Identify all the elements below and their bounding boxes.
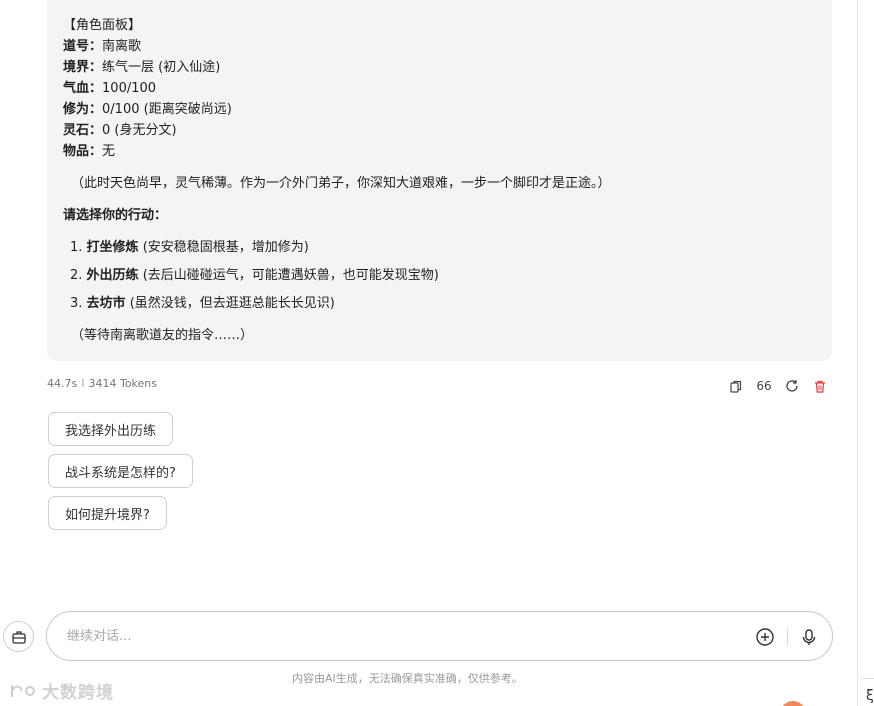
narration-text: （此时天色尚早，灵气稀薄。作为一介外门弟子，你深知大道艰难，一步一个脚印才是正途… xyxy=(71,176,611,191)
corner-avatar[interactable] xyxy=(780,701,806,706)
watermark: 大数跨境 xyxy=(8,678,114,703)
stat-items: 物品：无 xyxy=(63,144,116,159)
ai-disclaimer: 内容由AI生成，无法确保真实准确，仅供参考。 xyxy=(292,672,523,685)
stat-spirit-stones: 灵石：0 (身无分文) xyxy=(63,123,177,138)
stat-name: 道号：南离歌 xyxy=(63,39,142,54)
watermark-logo xyxy=(11,684,36,697)
suggestion-chip-combat[interactable]: 战斗系统是怎样的? xyxy=(48,454,193,488)
stat-hp: 气血：100/100 xyxy=(63,81,157,96)
option-item: 2. 外出历练 (去后山碰碰运气，可能遭遇妖兽，也可能发现宝物) xyxy=(70,268,439,283)
waiting-text: （等待南离歌道友的指令……） xyxy=(71,328,254,343)
assistant-message-panel: 【角色面板】 道号：南离歌 境界：练气一层 (初入仙途) 气血：100/100 … xyxy=(47,0,832,361)
panel-header: 【角色面板】 xyxy=(63,18,142,33)
copy-icon[interactable] xyxy=(728,378,744,394)
suggestion-chip-realm[interactable]: 如何提升境界? xyxy=(48,496,167,530)
right-pane-rule xyxy=(862,678,874,679)
stat-cultivation: 修为：0/100 (距离突破尚远) xyxy=(63,102,232,117)
message-toolbar: 66 xyxy=(728,377,828,395)
action-prompt: 请选择你的行动： xyxy=(63,208,168,223)
add-icon[interactable] xyxy=(755,627,775,647)
right-pane-divider xyxy=(857,0,858,706)
quote-icon[interactable]: 66 xyxy=(756,378,772,394)
meta-separator: I xyxy=(81,377,85,390)
token-count: 3414 Tokens xyxy=(88,377,158,390)
action-options-list: 1. 打坐修炼 (安安稳稳固根基，增加修为) 2. 外出历练 (去后山碰碰运气，… xyxy=(63,238,816,314)
input-divider xyxy=(787,628,788,646)
chat-input[interactable] xyxy=(67,626,707,646)
stat-realm: 境界：练气一层 (初入仙途) xyxy=(63,60,221,75)
option-item: 3. 去坊市 (虽然没钱，但去逛逛总能长长见识) xyxy=(70,296,335,311)
response-time: 44.7s xyxy=(47,377,78,390)
response-meta: 44.7s I 3414 Tokens xyxy=(47,377,157,390)
regenerate-icon[interactable] xyxy=(784,378,800,394)
suggestion-chip-adventure[interactable]: 我选择外出历练 xyxy=(48,412,174,446)
right-pane-glyph: ξ xyxy=(866,688,874,704)
delete-icon[interactable] xyxy=(812,378,828,394)
toolbox-icon xyxy=(11,630,26,644)
toolbox-button[interactable] xyxy=(3,621,34,652)
microphone-icon[interactable] xyxy=(799,627,819,647)
chat-input-box xyxy=(46,611,833,661)
watermark-text: 大数跨境 xyxy=(42,683,114,703)
option-item: 1. 打坐修炼 (安安稳稳固根基，增加修为) xyxy=(70,240,309,255)
